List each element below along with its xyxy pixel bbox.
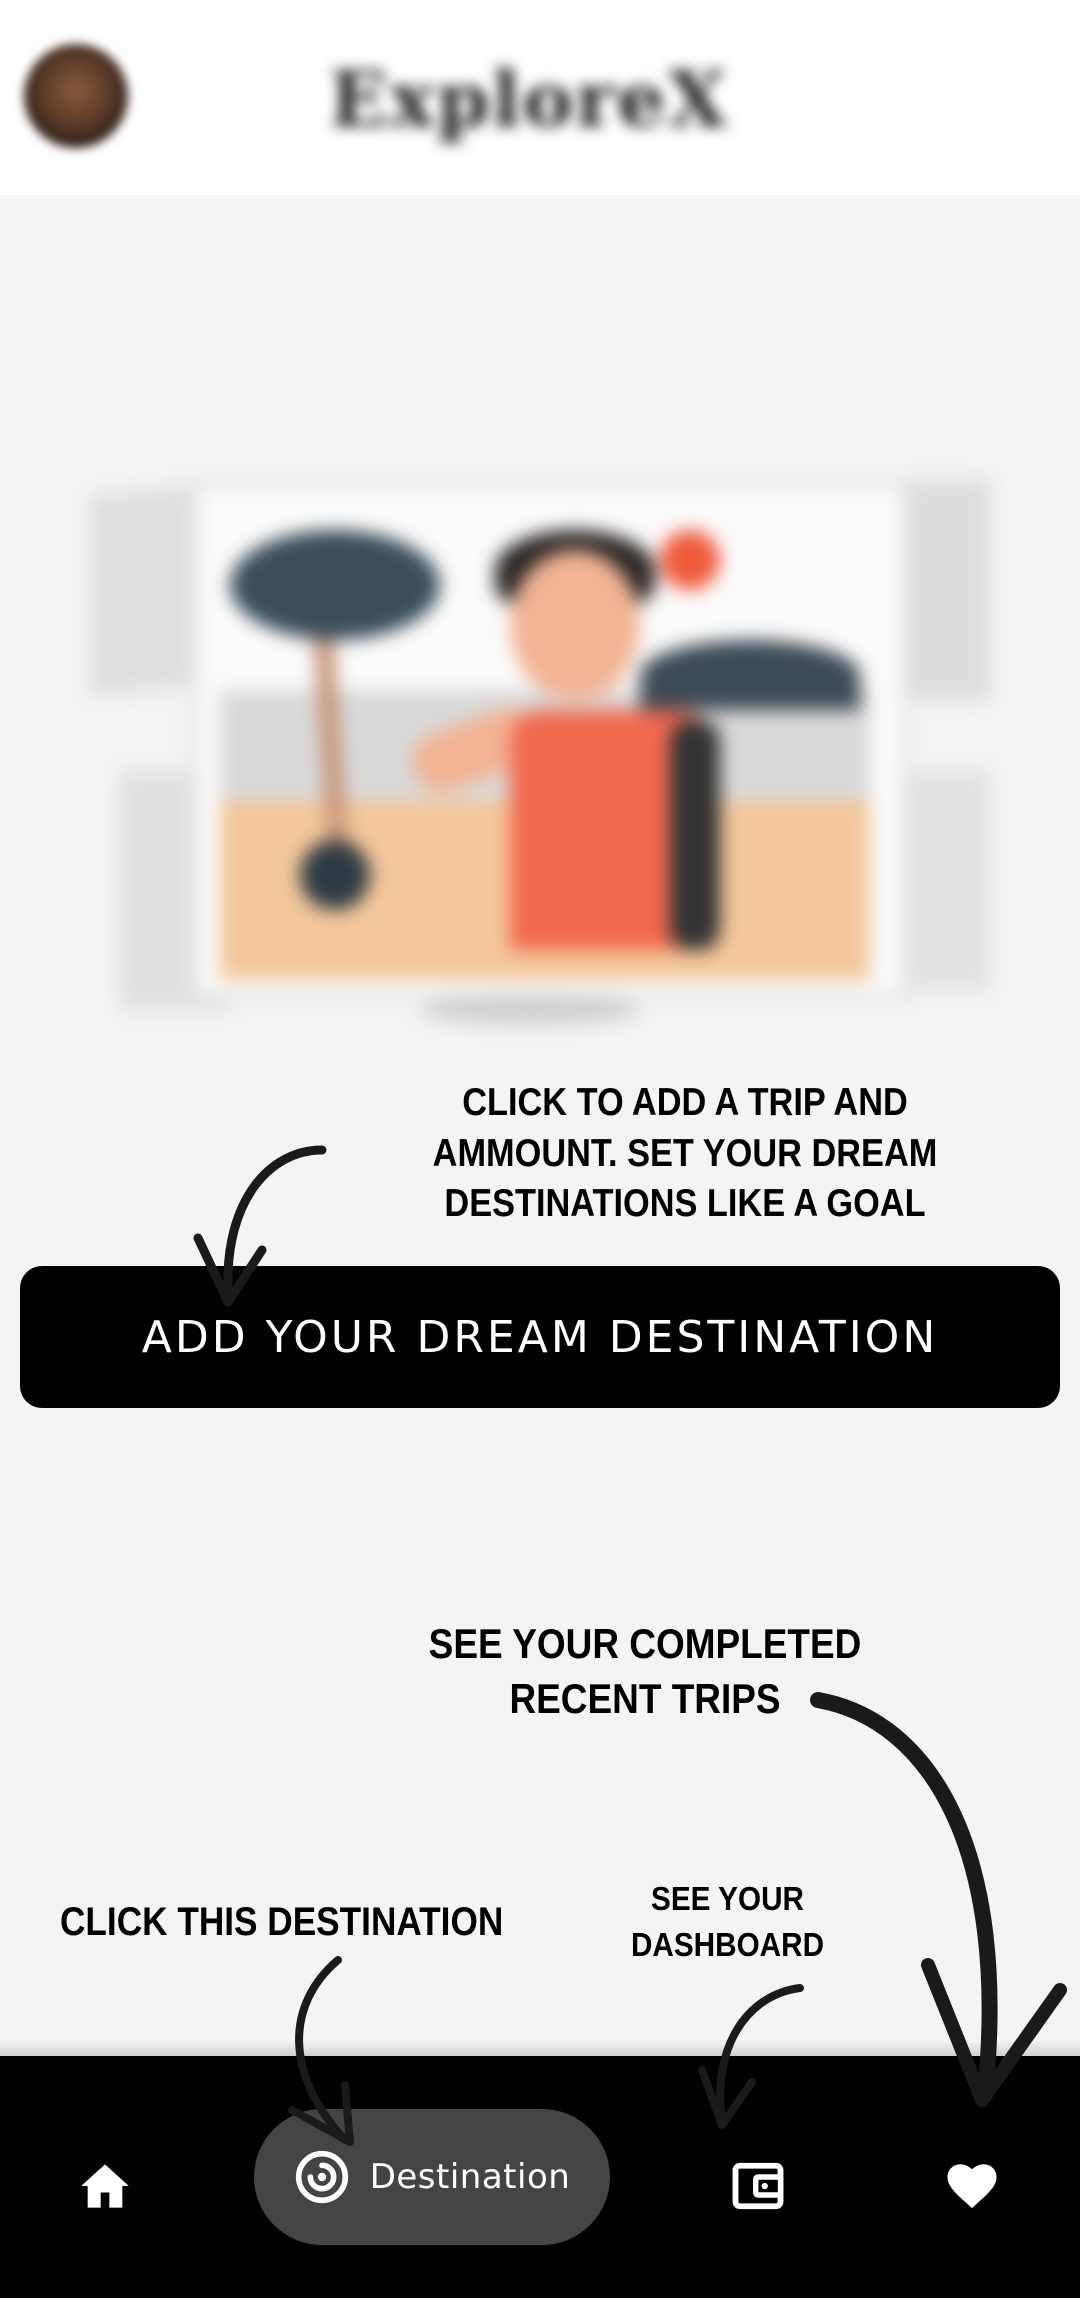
- heart-icon: [947, 2164, 997, 2209]
- target-icon: [295, 2150, 348, 2204]
- app-title: ExploreX: [329, 55, 729, 144]
- nav-destination[interactable]: Destination: [254, 2109, 610, 2245]
- traveler-illustration: [40, 420, 1040, 1040]
- nav-home[interactable]: [65, 2146, 145, 2226]
- app-header: ExploreX: [0, 0, 1080, 195]
- nav-destination-label: Destination: [369, 2157, 571, 2197]
- hint-dashboard: SEE YOUR DASHBOARD: [630, 1880, 825, 1964]
- nav-divider: [0, 2040, 1080, 2056]
- hint-completed-trips: SEE YOUR COMPLETED RECENT TRIPS: [428, 1620, 862, 1722]
- add-dream-destination-button[interactable]: ADD YOUR DREAM DESTINATION: [20, 1266, 1060, 1408]
- add-button-label: ADD YOUR DREAM DESTINATION: [141, 1311, 939, 1363]
- hint-add-trip: CLICK TO ADD A TRIP AND AMMOUNT. SET YOU…: [432, 1081, 938, 1226]
- home-icon: [81, 2164, 129, 2208]
- nav-dashboard[interactable]: [718, 2146, 798, 2226]
- hint-destination: CLICK THIS DESTINATION: [60, 1900, 504, 1944]
- nav-favorites[interactable]: [932, 2146, 1012, 2226]
- bottom-navigation: Destination: [0, 2056, 1080, 2298]
- wallet-icon: [732, 2162, 784, 2210]
